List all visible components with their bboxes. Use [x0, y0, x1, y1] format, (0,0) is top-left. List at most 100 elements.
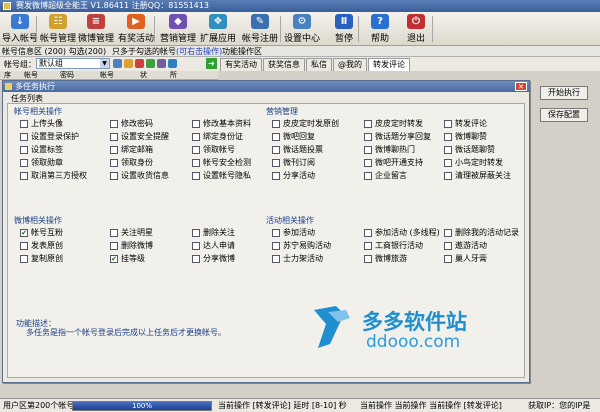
account-checkbox[interactable]: 绑定身份证 — [192, 131, 243, 142]
toolbar-button-9[interactable]: ? 帮助 — [362, 14, 398, 44]
checkbox-box[interactable] — [272, 158, 280, 167]
toolbar-button-1[interactable]: ☷ 帐号管理 — [40, 14, 76, 44]
marketing-checkbox[interactable]: 微刊订阅 — [272, 157, 315, 168]
checkbox-box[interactable] — [444, 254, 452, 263]
arrow-right-icon[interactable]: ➜ — [206, 58, 217, 69]
folder-icon[interactable] — [124, 59, 133, 68]
activity-checkbox[interactable]: 苏宁易购活动 — [272, 240, 331, 251]
save-config-button[interactable]: 保存配置 — [540, 108, 588, 122]
tab-2[interactable]: 私信 — [306, 58, 332, 71]
checkbox-box[interactable] — [20, 158, 28, 167]
activity-checkbox[interactable]: 工商银行活动 — [364, 240, 423, 251]
marketing-checkbox[interactable]: 微吧回复 — [272, 131, 315, 142]
account-checkbox[interactable]: 设置安全提醒 — [110, 131, 169, 142]
account-checkbox[interactable]: 设置收货信息 — [110, 170, 169, 181]
marketing-checkbox[interactable]: 皮皮定时转发 — [364, 118, 423, 129]
weibo-checkbox[interactable]: 删除微博 — [110, 240, 153, 251]
checkbox-box[interactable] — [272, 241, 280, 250]
toolbar-button-2[interactable]: ≡ 微博管理 — [78, 14, 114, 44]
checkbox-box[interactable] — [364, 158, 372, 167]
activity-checkbox[interactable]: 士力架活动 — [272, 253, 323, 264]
checkbox-box[interactable] — [192, 119, 200, 128]
checkbox-box[interactable] — [364, 132, 372, 141]
weibo-checkbox[interactable]: 发表原创 — [20, 240, 63, 251]
account-checkbox[interactable]: 修改密码 — [110, 118, 153, 129]
account-checkbox[interactable]: 绑定邮箱 — [110, 144, 153, 155]
checkbox-box[interactable] — [110, 241, 118, 250]
checkbox-box[interactable] — [20, 254, 28, 263]
weibo-checkbox[interactable]: ✔ 挂等级 — [110, 253, 145, 264]
checkbox-box[interactable] — [272, 145, 280, 154]
activity-checkbox[interactable]: 遨游活动 — [444, 240, 487, 251]
toolbar-button-8[interactable]: Ⅱ 暂停 — [326, 14, 362, 44]
checkbox-box[interactable] — [444, 119, 452, 128]
column-header[interactable]: 所 — [170, 71, 177, 80]
checkbox-box[interactable]: ✔ — [20, 228, 28, 237]
column-header[interactable]: 状 — [140, 71, 147, 80]
account-checkbox[interactable]: 修改基本资料 — [192, 118, 251, 129]
checkbox-box[interactable] — [272, 132, 280, 141]
start-execute-button[interactable]: 开始执行 — [540, 86, 588, 100]
checkbox-box[interactable] — [192, 132, 200, 141]
checkbox-box[interactable] — [110, 132, 118, 141]
checkbox-box[interactable] — [444, 228, 452, 237]
marketing-checkbox[interactable]: 微话题分享回复 — [364, 131, 431, 142]
marketing-checkbox[interactable]: 清理被屏蔽关注 — [444, 170, 511, 181]
weibo-checkbox[interactable]: 复制原创 — [20, 253, 63, 264]
checkbox-box[interactable] — [444, 241, 452, 250]
checkbox-box[interactable] — [272, 254, 280, 263]
column-header[interactable]: 序 — [4, 71, 11, 80]
checkbox-box[interactable] — [364, 119, 372, 128]
toolbar-button-6[interactable]: ✎ 帐号注册 — [242, 14, 278, 44]
checkbox-box[interactable] — [192, 228, 200, 237]
group-select[interactable]: 默认组 ▼ — [36, 58, 110, 69]
column-header[interactable]: 密码 — [60, 71, 74, 80]
checkbox-box[interactable] — [110, 171, 118, 180]
toolbar-button-0[interactable]: ↓ 导入帐号 — [2, 14, 38, 44]
toolbar-button-3[interactable]: ▶ 有奖活动 — [118, 14, 154, 44]
activity-checkbox[interactable]: 参加活动 — [272, 227, 315, 238]
weibo-checkbox[interactable]: 分享微博 — [192, 253, 235, 264]
weibo-checkbox[interactable]: 删除关注 — [192, 227, 235, 238]
checkbox-box[interactable] — [272, 171, 280, 180]
activity-checkbox[interactable]: 微博旅游 — [364, 253, 407, 264]
close-icon[interactable]: ✕ — [515, 82, 527, 91]
checkbox-box[interactable] — [20, 171, 28, 180]
column-header[interactable]: 帐号 — [100, 71, 114, 80]
checkbox-box[interactable] — [444, 158, 452, 167]
column-header[interactable]: 帐号 — [24, 71, 38, 80]
checkbox-box[interactable] — [192, 145, 200, 154]
marketing-checkbox[interactable]: 微博聊热门 — [364, 144, 415, 155]
checkbox-box[interactable] — [192, 158, 200, 167]
checkbox-box[interactable] — [272, 119, 280, 128]
export-icon[interactable] — [168, 59, 177, 68]
activity-checkbox[interactable]: 删除我的活动记录 — [444, 227, 519, 238]
checkbox-box[interactable] — [364, 228, 372, 237]
account-checkbox[interactable]: 帐号安全检测 — [192, 157, 251, 168]
checkbox-box[interactable] — [20, 132, 28, 141]
checkbox-box[interactable] — [364, 171, 372, 180]
delete-icon[interactable] — [135, 59, 144, 68]
checkbox-box[interactable] — [192, 254, 200, 263]
checkbox-box[interactable] — [444, 171, 452, 180]
account-checkbox[interactable]: 领取帐号 — [192, 144, 235, 155]
checkbox-box[interactable] — [444, 132, 452, 141]
checkbox-box[interactable] — [364, 254, 372, 263]
tab-0[interactable]: 有奖活动 — [220, 58, 262, 71]
refresh-icon[interactable] — [146, 59, 155, 68]
account-checkbox[interactable]: 取消第三方授权 — [20, 170, 87, 181]
activity-checkbox[interactable]: 巢人牙膏 — [444, 253, 487, 264]
checkbox-box[interactable] — [110, 158, 118, 167]
toolbar-button-10[interactable]: ⏻ 退出 — [398, 14, 434, 44]
checkbox-box[interactable] — [110, 228, 118, 237]
weibo-checkbox[interactable]: ✔ 帐号互粉 — [20, 227, 63, 238]
weibo-checkbox[interactable]: 达人申请 — [192, 240, 235, 251]
marketing-checkbox[interactable]: 企业留言 — [364, 170, 407, 181]
checkbox-box[interactable] — [364, 145, 372, 154]
checkbox-box[interactable] — [20, 145, 28, 154]
marketing-checkbox[interactable]: 皮皮定时发原创 — [272, 118, 339, 129]
account-checkbox[interactable]: 设置帐号隐私 — [192, 170, 251, 181]
tab-1[interactable]: 获奖信息 — [263, 58, 305, 71]
checkbox-box[interactable] — [192, 241, 200, 250]
account-checkbox[interactable]: 领取身份 — [110, 157, 153, 168]
